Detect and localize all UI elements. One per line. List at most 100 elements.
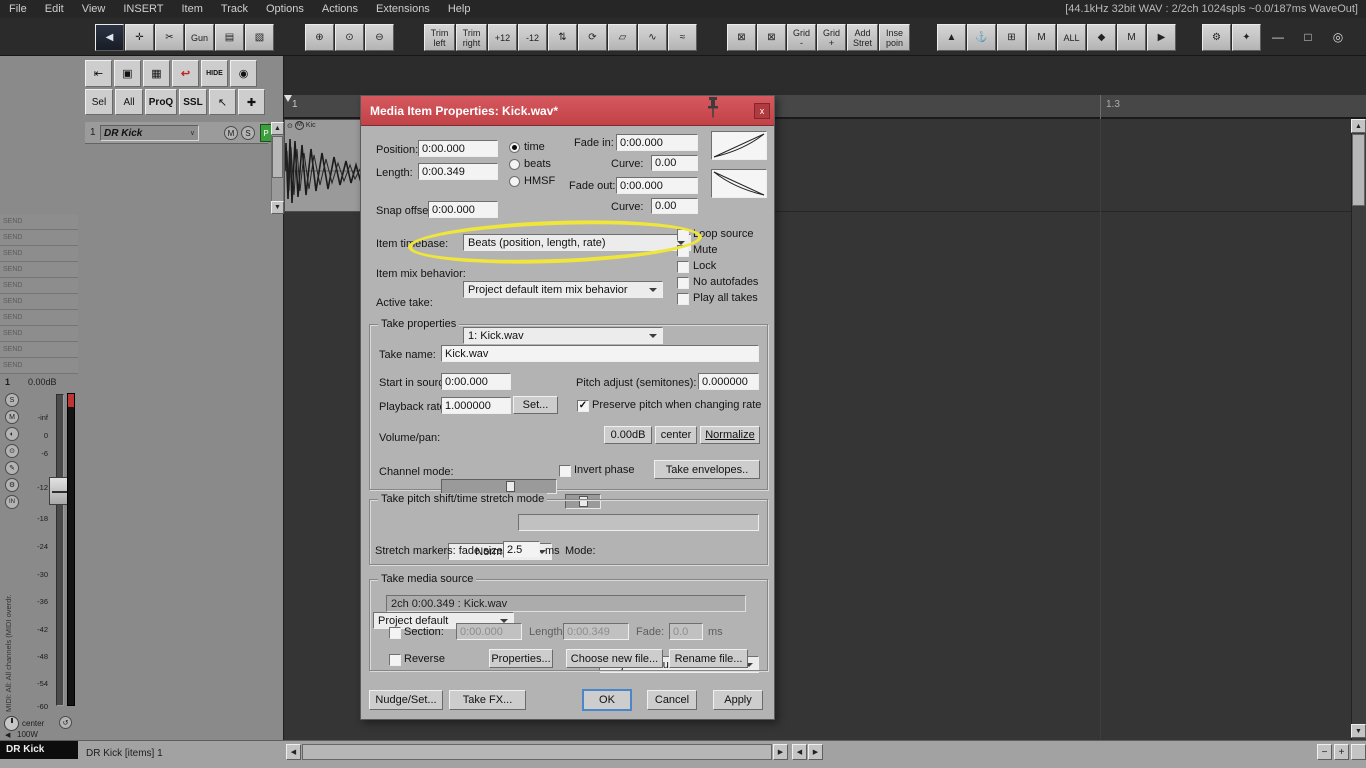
ssl-button[interactable]: SSL [179,89,207,115]
diamond-button[interactable]: ◆ [1087,24,1116,51]
cancel-button[interactable]: Cancel [647,690,697,710]
zoom-out-corner-button[interactable]: − [1317,744,1332,760]
all-button[interactable]: All [115,89,143,115]
hscroll-thumb[interactable] [302,744,772,760]
fade-out-curve[interactable] [711,169,767,198]
menu-edit[interactable]: Edit [36,3,73,15]
item-mute-button[interactable]: ⊠ [727,24,756,51]
insert-point-button[interactable]: Inse poin [879,24,910,51]
volume-slider-thumb[interactable] [506,481,515,492]
marker-tool-button[interactable]: ⇤ [85,60,112,87]
fade-in-curve-field[interactable]: 0.00 [651,155,698,171]
radio-hmsf[interactable] [509,176,520,187]
eye-button[interactable]: ◉ [230,60,257,87]
take-volume-slider[interactable] [441,479,557,494]
pitch-adjust-field[interactable]: 0.000000 [698,373,759,390]
fade-tool-button[interactable]: ▱ [608,24,637,51]
corner-grip[interactable] [1351,744,1366,760]
solid-tool-button[interactable]: ▲ [937,24,966,51]
send-row[interactable]: SEND [0,262,78,278]
send-row[interactable]: SEND [0,310,78,326]
send-row[interactable]: SEND [0,342,78,358]
grid-plus-button[interactable]: Grid + [817,24,846,51]
send-row[interactable]: SEND [0,230,78,246]
midi-button[interactable]: M [1027,24,1056,51]
play-button[interactable]: ▶ [1147,24,1176,51]
selected-track-tab[interactable]: DR Kick [0,741,78,759]
hide-button[interactable]: HIDE [201,60,228,87]
menu-file[interactable]: File [0,3,36,15]
mouse-tool-button[interactable]: ✛ [125,24,154,51]
track-mute-button[interactable]: M [224,126,238,140]
menu-help[interactable]: Help [439,3,480,15]
menu-extensions[interactable]: Extensions [367,3,439,15]
monitor-button[interactable]: ⊞ [997,24,1026,51]
mute-checkbox[interactable] [677,245,689,257]
anchor-button[interactable]: ⚓ [967,24,996,51]
rename-file-button[interactable]: Rename file... [669,649,748,668]
chevron-down-icon[interactable]: ∨ [190,129,195,137]
take-envelopes-button[interactable]: Take envelopes.. [654,460,760,479]
hscroll-right-icon[interactable]: ▶ [773,744,788,760]
source-properties-button[interactable]: Properties... [489,649,553,668]
fade-in-field[interactable]: 0:00.000 [616,134,698,151]
zoom-in-corner-button[interactable]: + [1334,744,1349,760]
ok-button[interactable]: OK [582,689,632,711]
media-item-kick[interactable]: ⊙ M Kic [284,119,365,212]
maximize-button[interactable]: □ [1296,26,1320,48]
trim-right-button[interactable]: Trim right [456,24,487,51]
item-mute-icon[interactable]: M [294,121,304,130]
play-all-takes-checkbox[interactable] [677,293,689,305]
minimize-button[interactable]: — [1266,26,1290,48]
position-field[interactable]: 0:00.000 [418,140,498,157]
undo-button[interactable]: ↩ [172,60,199,87]
section-checkbox[interactable] [389,627,401,639]
no-autofades-checkbox[interactable] [677,277,689,289]
normalize-button[interactable]: Normalize [700,426,760,444]
vscroll-thumb[interactable] [1352,134,1365,206]
mixer-clock-button[interactable]: ⊙ [5,444,19,458]
loop-source-checkbox[interactable] [677,229,689,241]
mixer-mute-button[interactable]: M [5,410,19,424]
spray-button[interactable]: ✦ [1232,24,1261,51]
zoom-time-button[interactable]: ⊙ [335,24,364,51]
cut-tool-button[interactable]: ✂ [155,24,184,51]
proq-button[interactable]: ProQ [145,89,177,115]
scroll-right-icon[interactable]: ▶ [808,744,823,760]
pan-knob[interactable] [4,716,19,731]
grid-button[interactable]: ▦ [143,60,170,87]
fade-out-curve-field[interactable]: 0.00 [651,198,698,214]
scroll-down-icon[interactable]: ▼ [1351,724,1366,738]
all-channels-button[interactable]: ALL [1057,24,1086,51]
take-fx-button[interactable]: Take FX... [449,690,526,710]
apply-button[interactable]: Apply [713,690,763,710]
minus12-button[interactable]: -12 [518,24,547,51]
menu-view[interactable]: View [73,3,115,15]
add-stretch-button[interactable]: Add Stret [847,24,878,51]
cursor-tool-button[interactable]: ↖ [209,89,236,115]
preserve-pitch-checkbox[interactable] [577,400,589,412]
volume-db-button[interactable]: 0.00dB [604,426,652,444]
phase-rotate-icon[interactable]: ↺ [59,716,72,729]
wrench-button[interactable]: ⚙ [1202,24,1231,51]
volume-fader-track[interactable] [56,394,64,706]
tcp-scroll-up-icon[interactable]: ▲ [271,122,284,135]
item-timebase-dropdown[interactable]: Beats (position, length, rate) [463,234,691,251]
envelope2-button[interactable]: ≈ [668,24,697,51]
vertical-scrollbar[interactable] [1351,119,1366,740]
send-row[interactable]: SEND [0,326,78,342]
send-row[interactable]: SEND [0,246,78,262]
send-row[interactable]: SEND [0,294,78,310]
tcp-scroll-down-icon[interactable]: ▼ [271,201,284,214]
trim-left-button[interactable]: Trim left [424,24,455,51]
gun-button[interactable]: Gun [185,24,214,51]
scroll-up-icon[interactable]: ▲ [1351,119,1366,133]
edit-cursor-marker[interactable] [284,95,292,102]
nudge-set-button[interactable]: Nudge/Set... [369,690,443,710]
track-name-field[interactable]: DR Kick ∨ [100,125,199,141]
menu-track[interactable]: Track [212,3,257,15]
glue-tool-button[interactable]: ▧ [245,24,274,51]
nav-back-button[interactable]: ◀ [95,24,124,51]
plus12-button[interactable]: +12 [488,24,517,51]
save-button[interactable]: ▣ [114,60,141,87]
